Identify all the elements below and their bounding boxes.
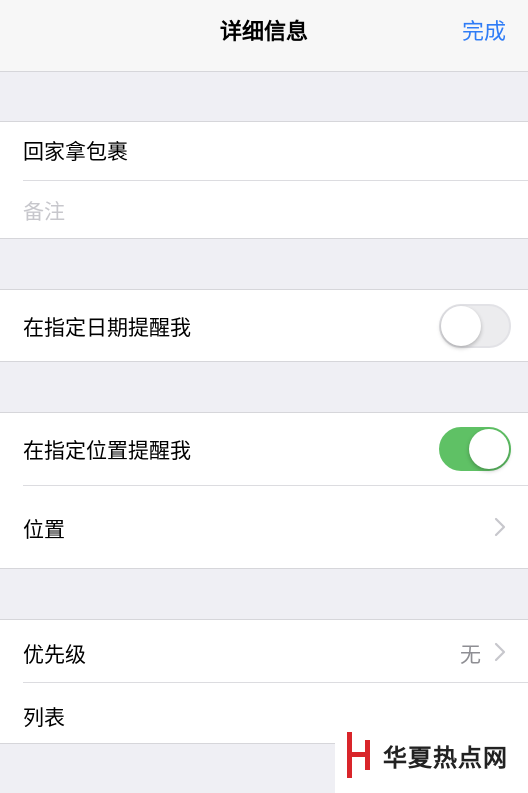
navigation-bar: 详细信息 完成 [0,0,528,72]
location-label: 位置 [23,518,65,542]
location-reminder-group: 在指定位置提醒我 位置 [0,412,528,569]
location-reminder-row: 在指定位置提醒我 [0,413,528,485]
chevron-right-icon [494,517,506,537]
date-reminder-group: 在指定日期提醒我 [0,289,528,362]
date-reminder-label: 在指定日期提醒我 [23,316,191,340]
date-reminder-row: 在指定日期提醒我 [0,290,528,361]
priority-row[interactable]: 优先级 无 [0,620,528,682]
watermark: 华夏热点网 [335,712,528,793]
location-reminder-label: 在指定位置提醒我 [23,439,191,463]
toggle-knob [441,306,481,346]
done-button[interactable]: 完成 [462,0,506,66]
page-title: 详细信息 [219,20,308,45]
watermark-text: 华夏热点网 [383,744,508,772]
chevron-right-icon [494,642,506,662]
watermark-logo-icon [347,732,370,778]
priority-value: 无 [460,643,481,667]
priority-label: 优先级 [23,643,86,667]
date-reminder-toggle[interactable] [439,304,511,348]
toggle-knob [469,429,509,469]
notes-row[interactable]: 备注 [0,181,528,239]
location-row[interactable]: 位置 [0,486,528,568]
location-reminder-toggle[interactable] [439,427,511,471]
reminder-title[interactable]: 回家拿包裹 [23,136,128,166]
reminder-text-group: 回家拿包裹 备注 [0,121,528,239]
title-row[interactable]: 回家拿包裹 [0,122,528,180]
list-label: 列表 [23,706,65,730]
notes-field[interactable]: 备注 [23,196,65,226]
